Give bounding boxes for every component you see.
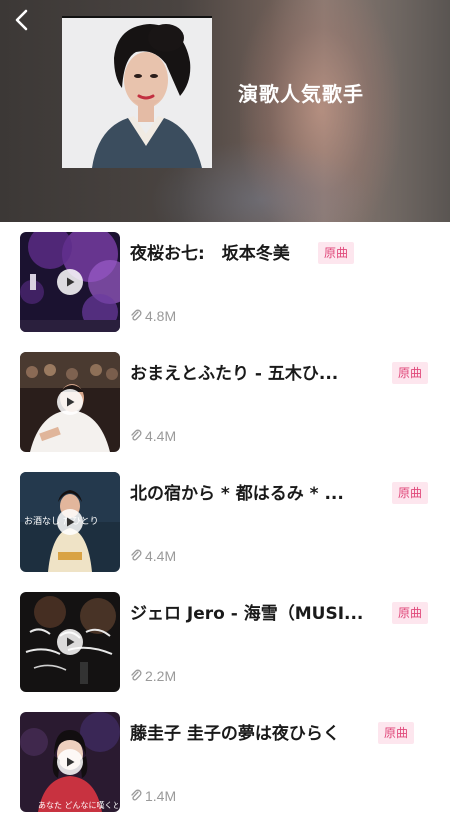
- video-thumbnail: [20, 352, 120, 452]
- singer-cover-image: [62, 16, 212, 168]
- video-thumbnail: [20, 232, 120, 332]
- original-song-badge: 原曲: [318, 242, 355, 264]
- song-title: 北の宿から * 都はるみ * ...: [130, 484, 344, 504]
- play-icon: [57, 389, 83, 415]
- playlist-title: 演歌人気歌手: [238, 82, 364, 106]
- view-count: 4.4M: [130, 548, 176, 564]
- view-count: 4.4M: [130, 428, 176, 444]
- original-song-badge: 原曲: [378, 722, 415, 744]
- list-item[interactable]: おまえとふたり - 五木ひ... 原曲 4.4M: [0, 342, 450, 462]
- back-button[interactable]: [8, 6, 36, 34]
- paperclip-icon: [131, 789, 142, 801]
- song-title: 藤圭子 圭子の夢は夜ひらく: [130, 724, 340, 744]
- song-title: ジェロ Jero - 海雪（MUSI...: [130, 604, 364, 624]
- paperclip-icon: [131, 429, 142, 441]
- original-song-badge: 原曲: [392, 482, 429, 504]
- chevron-left-icon: [15, 9, 28, 31]
- view-count-text: 4.4M: [145, 548, 177, 564]
- list-item[interactable]: お酒なし だひとり 北の宿から * 都はるみ * ... 原曲 4.4M: [0, 462, 450, 582]
- view-count-text: 4.4M: [145, 428, 177, 444]
- view-count: 2.2M: [130, 668, 176, 684]
- view-count-text: 2.2M: [145, 668, 177, 684]
- view-count-text: 1.4M: [145, 788, 177, 804]
- view-count: 1.4M: [130, 788, 176, 804]
- video-thumbnail: [20, 592, 120, 692]
- thumbnail-caption: あなた どんなに嘆くとも: [38, 801, 118, 810]
- play-icon: [57, 629, 83, 655]
- playlist-header: 演歌人気歌手: [0, 0, 450, 222]
- view-count: 4.8M: [130, 308, 176, 324]
- paperclip-icon: [131, 549, 142, 561]
- song-title: おまえとふたり - 五木ひ...: [130, 364, 339, 384]
- list-item[interactable]: 夜桜お七: 坂本冬美 原曲 4.8M: [0, 222, 450, 342]
- original-song-badge: 原曲: [392, 362, 429, 384]
- paperclip-icon: [131, 309, 142, 321]
- video-thumbnail: お酒なし だひとり: [20, 472, 120, 572]
- list-item[interactable]: ジェロ Jero - 海雪（MUSI... 原曲 2.2M: [0, 582, 450, 702]
- play-icon: [57, 509, 83, 535]
- video-thumbnail: あなた どんなに嘆くとも: [20, 712, 120, 812]
- list-item[interactable]: あなた どんなに嘆くとも 藤圭子 圭子の夢は夜ひらく 原曲 1.4M: [0, 702, 450, 822]
- original-song-badge: 原曲: [392, 602, 429, 624]
- play-icon: [57, 269, 83, 295]
- paperclip-icon: [131, 669, 142, 681]
- play-icon: [57, 749, 83, 775]
- view-count-text: 4.8M: [145, 308, 177, 324]
